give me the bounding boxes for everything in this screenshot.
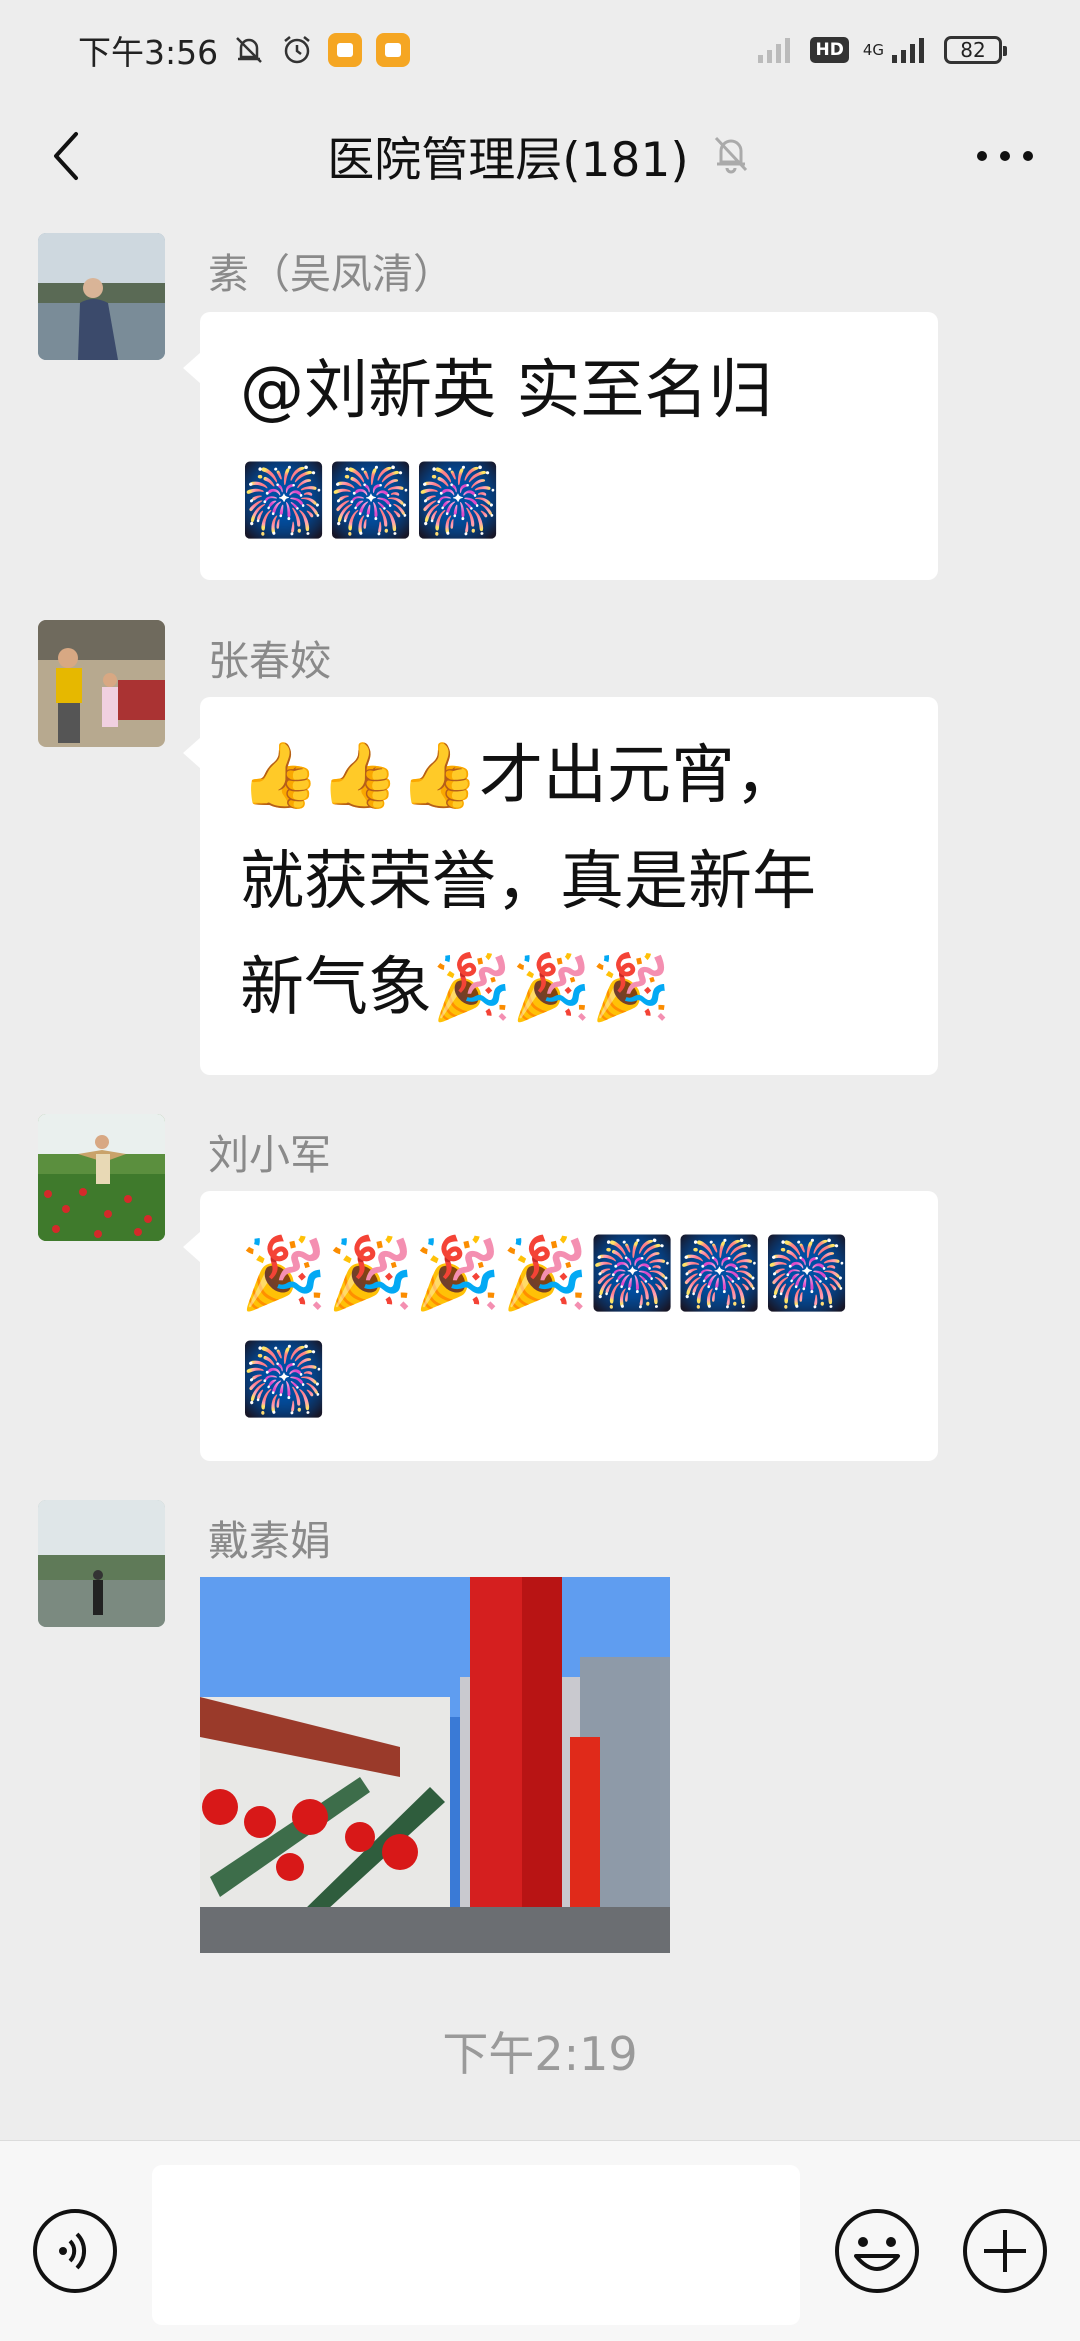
app-notification-icon [328,33,363,67]
battery-level: 82 [960,38,986,62]
back-arrow-icon [54,132,78,180]
signal-strong-icon [890,35,930,65]
message-bubble[interactable]: 👍👍👍才出元宵， 就获荣誉，真是新年 新气象🎉🎉🎉 [183,697,938,1075]
more-functions-button[interactable] [960,2206,1050,2296]
network-type: 4G [862,40,884,59]
emoji-button[interactable] [832,2206,922,2296]
status-bar: 下午3:56 HD 4G 82 [0,0,1080,100]
chat-header: 医院管理层(181) [0,100,1080,210]
message-text-line: @刘新英 实至名归 [240,354,773,428]
signal-weak-icon [756,35,796,65]
message-text-line: 🎉🎉🎉🎉🎆🎆🎆 [240,1232,851,1315]
muted-bell-icon [709,131,753,179]
message-text-line: 新气象🎉🎉🎉 [240,951,672,1025]
message-bubble[interactable]: @刘新英 实至名归 🎆🎆🎆 [183,312,938,580]
avatar[interactable] [38,620,165,747]
sender-name: 张春姣 [208,637,331,685]
sender-name: 刘小军 [208,1131,331,1179]
chat-title: 医院管理层(181) [327,132,689,188]
status-time: 下午3:56 [78,33,219,72]
avatar[interactable] [38,1114,165,1241]
battery-icon: 82 [944,36,1007,64]
sender-name: 戴素娟 [208,1517,331,1565]
sender-name: 素（吴凤清） [208,250,454,298]
message-input[interactable] [152,2165,800,2325]
time-divider: 下午2:19 [442,2027,638,2081]
message-text-line: 🎆🎆🎆 [240,459,502,542]
smiley-icon [835,2209,919,2293]
app-notification-icon [376,33,411,67]
message-text-line: 👍👍👍才出元宵， [240,739,800,813]
message-bubble[interactable]: 🎉🎉🎉🎉🎆🎆🎆 🎆 [183,1191,938,1461]
plus-icon [963,2209,1047,2293]
voice-icon [33,2209,117,2293]
voice-input-button[interactable] [30,2206,120,2296]
back-button[interactable] [38,128,94,184]
avatar[interactable] [38,1500,165,1627]
more-options-button[interactable] [970,128,1040,184]
message-image[interactable] [200,1577,670,1953]
more-icon [977,151,1033,161]
input-bar [0,2140,1080,2341]
mute-notification-icon [232,33,266,67]
message-text-line: 🎆 [240,1338,328,1421]
hd-badge: HD [810,37,849,63]
message-text-line: 就获荣誉，真是新年 [240,845,816,919]
alarm-icon [280,33,314,67]
avatar[interactable] [38,233,165,360]
